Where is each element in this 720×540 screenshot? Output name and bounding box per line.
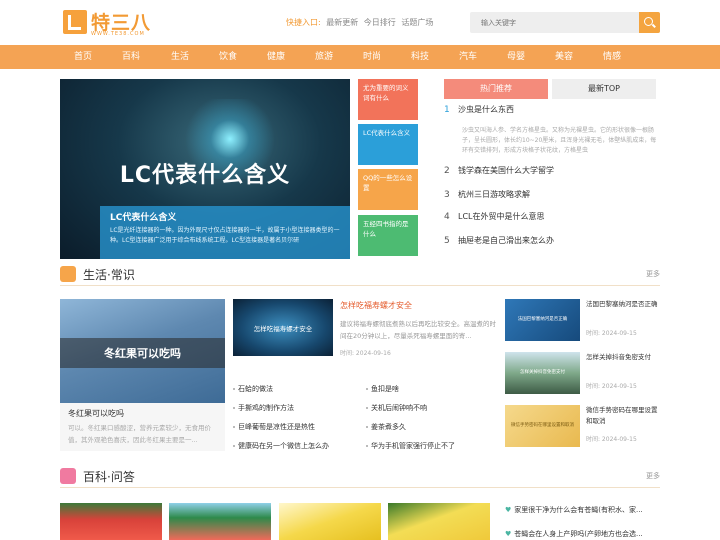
hero-caption-desc: LC是光纤连接器的一种。因为外观尺寸仅占连接器的一半，故属于小型连接器类型的一种… xyxy=(110,227,340,244)
list-item[interactable]: 4 LCL在外贸中是什么意思 xyxy=(444,207,660,227)
side-card-image: 怎样关掉抖音免密支付 xyxy=(505,352,580,394)
nav-item-baby[interactable]: 母婴 xyxy=(496,45,536,69)
list-item[interactable]: 2 钱学森在美国什么大学留学 xyxy=(444,161,660,181)
nav-item-food[interactable]: 饮食 xyxy=(208,45,248,69)
heart-icon: ♥ xyxy=(505,506,512,514)
tab-hot[interactable]: 热门推荐 xyxy=(444,79,548,99)
list-item[interactable]: 5 抽屉老是自己滑出来怎么办 xyxy=(444,231,660,251)
list-item[interactable]: 石蛤的做法 xyxy=(233,380,273,398)
nav-item-travel[interactable]: 旅游 xyxy=(304,45,344,69)
hero-tile[interactable]: LC代表什么含义 xyxy=(358,124,418,165)
side-card[interactable]: 怎样关掉抖音免密支付 怎样关掉抖音免密支付 时间: 2024-09-15 xyxy=(505,352,660,394)
site-logo[interactable]: 特三八 WWW.TE38.COM xyxy=(63,8,153,38)
hero-caption-title[interactable]: LC代表什么含义 xyxy=(110,210,340,223)
hero-tile[interactable]: 尤为重要的词义词有什么 xyxy=(358,79,418,120)
logo-subtext: WWW.TE38.COM xyxy=(91,31,145,37)
hero-caption: LC代表什么含义 LC是光纤连接器的一种。因为外观尺寸仅占连接器的一半，故属于小… xyxy=(100,206,350,259)
list-item[interactable]: 鱼扣是啥 xyxy=(366,380,399,398)
heart-icon: ♥ xyxy=(505,530,512,538)
logo-icon xyxy=(63,10,87,34)
more-link[interactable]: 更多 xyxy=(646,471,660,481)
nav-item-tech[interactable]: 科技 xyxy=(400,45,440,69)
hot-tabs: 热门推荐 最新TOP xyxy=(444,79,660,99)
watermelon-image[interactable] xyxy=(169,503,271,540)
tab-latest[interactable]: 最新TOP xyxy=(552,79,656,99)
page: 特三八 WWW.TE38.COM 快捷入口: 最新更新 今日排行 话题广场 首页… xyxy=(0,0,720,540)
nav-item-baike[interactable]: 百科 xyxy=(111,45,151,69)
hero-tile[interactable]: QQ的一些怎么设置 xyxy=(358,169,418,210)
watermelon-image[interactable] xyxy=(388,503,490,540)
section-title: 百科·问答 xyxy=(83,470,135,484)
nav-item-emotion[interactable]: 情感 xyxy=(592,45,632,69)
qa-section-icon xyxy=(60,468,76,484)
quick-link-latest[interactable]: 最新更新 xyxy=(326,18,358,27)
bullet xyxy=(233,388,235,390)
side-card-time: 时间: 2024-09-15 xyxy=(586,436,637,443)
side-card-title[interactable]: 法国巴黎塞纳河是否正确 xyxy=(586,299,660,310)
side-card[interactable]: 微信手势密码在哪里设置和取消 微信手势密码在哪里设置和取消 时间: 2024-0… xyxy=(505,405,660,447)
life-main-card[interactable]: 冬红果可以吃吗 冬红果可以吃吗 可以。冬红果口感酸涩，营养元素较少，无食用价值，… xyxy=(60,299,225,451)
list-item[interactable]: ♥ 家里很干净为什么会有苍蝇(有积水、家... xyxy=(505,505,660,515)
feature-image-text: 怎样吃福寿螺才安全 xyxy=(253,325,313,333)
quick-links: 快捷入口: 最新更新 今日排行 话题广场 xyxy=(286,17,436,28)
side-card[interactable]: 法国巴黎塞纳河是否正确 法国巴黎塞纳河是否正确 时间: 2024-09-15 xyxy=(505,299,660,341)
list-item[interactable]: ♥ 苍蝇会在人身上产卵吗(产卵地方也会选... xyxy=(505,529,660,539)
nav-item-home[interactable]: 首页 xyxy=(63,45,103,69)
bullet xyxy=(233,407,235,409)
bullet xyxy=(366,445,368,447)
feature-title[interactable]: 怎样吃福寿螺才安全 xyxy=(340,300,412,311)
watermelon-image[interactable] xyxy=(279,503,381,540)
list-item[interactable]: 手撕鸡的制作方法 xyxy=(233,399,294,417)
bullet xyxy=(366,426,368,428)
side-card-title[interactable]: 微信手势密码在哪里设置和取消 xyxy=(586,405,660,427)
life-card-image-text: 冬红果可以吃吗 xyxy=(104,347,181,360)
quick-link-ranking[interactable]: 今日排行 xyxy=(364,18,396,27)
list-item[interactable]: 健康码在另一个微信上怎么办 xyxy=(233,437,329,455)
list-item[interactable]: 关机后闹钟响不响 xyxy=(366,399,427,417)
nav-item-beauty[interactable]: 美容 xyxy=(544,45,584,69)
life-card-title[interactable]: 冬红果可以吃吗 xyxy=(68,408,124,419)
life-card-image: 冬红果可以吃吗 xyxy=(60,299,225,403)
more-link[interactable]: 更多 xyxy=(646,269,660,279)
bullet xyxy=(233,445,235,447)
life-section-icon xyxy=(60,266,76,282)
feature-time: 时间: 2024-09-16 xyxy=(340,350,391,357)
bullet xyxy=(366,407,368,409)
side-card-time: 时间: 2024-09-15 xyxy=(586,383,637,390)
list-item[interactable]: 巨峰葡萄是凉性还是热性 xyxy=(233,418,315,436)
watermelon-image[interactable] xyxy=(60,503,162,540)
feature-desc: 建议将福寿螺彻底煮熟以后再吃比较安全。高温煮的时间在20分钟以上，尽量杀死福寿螺… xyxy=(340,320,496,340)
search-box xyxy=(470,12,660,33)
nav-item-health[interactable]: 健康 xyxy=(256,45,296,69)
list-item[interactable]: 姜茶煮多久 xyxy=(366,418,406,436)
list-item[interactable]: 3 杭州三日游攻略求解 xyxy=(444,185,660,205)
search-icon[interactable] xyxy=(639,12,660,33)
main-nav: 首页 百科 生活 饮食 健康 旅游 时尚 科技 汽车 母婴 美容 情感 xyxy=(0,45,720,69)
nav-item-fashion[interactable]: 时尚 xyxy=(352,45,392,69)
section-header-qa: 百科·问答 更多 xyxy=(60,466,660,488)
section-title: 生活·常识 xyxy=(83,268,135,282)
hero-image-text: LC代表什么含义 xyxy=(119,163,291,188)
nav-item-life[interactable]: 生活 xyxy=(160,45,200,69)
search-input[interactable] xyxy=(470,12,640,33)
bullet xyxy=(233,426,235,428)
hero-slide[interactable]: LC代表什么含义 LC代表什么含义 LC是光纤连接器的一种。因为外观尺寸仅占连接… xyxy=(60,79,350,259)
side-card-title[interactable]: 怎样关掉抖音免密支付 xyxy=(586,352,660,363)
life-card-desc: 可以。冬红果口感酸涩，营养元素较少，无食用价值，其外观艳色喜庆，因此冬红果主要是… xyxy=(68,424,211,444)
quick-link-topics[interactable]: 话题广场 xyxy=(401,18,433,27)
hot-first-desc: 沙虫又叫海人参、学名方格星虫。又称为光裸星虫。它的形状很像一根肠子，呈长圆形，体… xyxy=(462,127,657,154)
side-card-image: 法国巴黎塞纳河是否正确 xyxy=(505,299,580,341)
list-item[interactable]: 华为手机管家强行停止不了 xyxy=(366,437,455,455)
side-card-image: 微信手势密码在哪里设置和取消 xyxy=(505,405,580,447)
bullet xyxy=(366,388,368,390)
feature-image[interactable]: 怎样吃福寿螺才安全 xyxy=(233,299,333,356)
side-card-time: 时间: 2024-09-15 xyxy=(586,330,637,337)
quick-label: 快捷入口: xyxy=(286,18,321,27)
nav-item-auto[interactable]: 汽车 xyxy=(448,45,488,69)
hero-tile[interactable]: 五经四书指的是什么 xyxy=(358,215,418,256)
section-header-life: 生活·常识 更多 xyxy=(60,264,660,286)
list-item[interactable]: 1 沙虫是什么东西 xyxy=(444,100,660,120)
